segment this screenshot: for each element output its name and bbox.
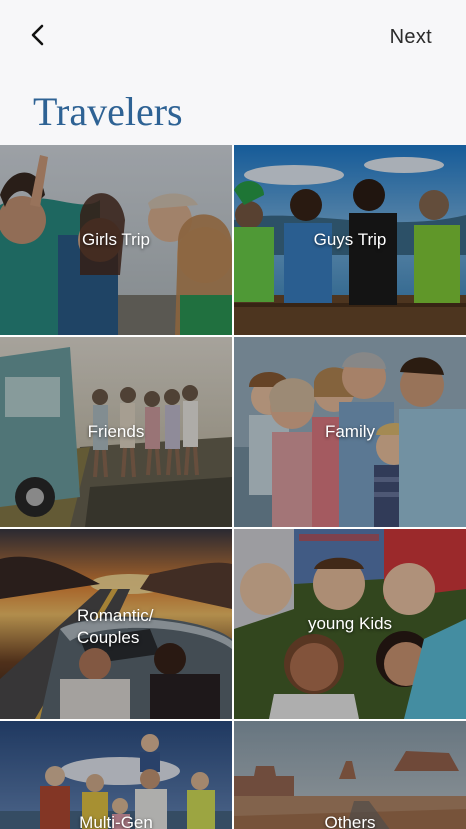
traveler-type-grid: Girls Trip Guys Trip Friends Family Roma… bbox=[0, 145, 466, 829]
back-button[interactable] bbox=[22, 20, 56, 54]
tile-label: young Kids bbox=[307, 614, 393, 633]
tile-label: Others bbox=[324, 813, 376, 829]
tile-label: Multi-Gen bbox=[79, 813, 153, 829]
tile-label: Romantic/ Couples bbox=[77, 606, 154, 647]
tile-family[interactable]: Family bbox=[234, 337, 466, 527]
next-button[interactable]: Next bbox=[390, 26, 432, 49]
chevron-left-icon bbox=[31, 24, 44, 46]
tile-label: Guys Trip bbox=[313, 230, 387, 249]
top-bar: Next bbox=[0, 0, 466, 78]
tile-multi-gen[interactable]: Multi-Gen bbox=[0, 721, 232, 829]
tile-friends[interactable]: Friends bbox=[0, 337, 232, 527]
tile-romantic-couples[interactable]: Romantic/ Couples bbox=[0, 529, 232, 719]
tile-girls-trip[interactable]: Girls Trip bbox=[0, 145, 232, 335]
tile-guys-trip[interactable]: Guys Trip bbox=[234, 145, 466, 335]
travelers-screen: Next Travelers Girls Trip Guys Trip Frie… bbox=[0, 0, 466, 829]
tile-label: Girls Trip bbox=[82, 230, 150, 249]
tile-label: Family bbox=[324, 422, 376, 441]
tile-young-kids[interactable]: young Kids bbox=[234, 529, 466, 719]
tile-label: Friends bbox=[87, 422, 145, 441]
tile-others[interactable]: Others bbox=[234, 721, 466, 829]
page-title: Travelers bbox=[33, 89, 183, 134]
